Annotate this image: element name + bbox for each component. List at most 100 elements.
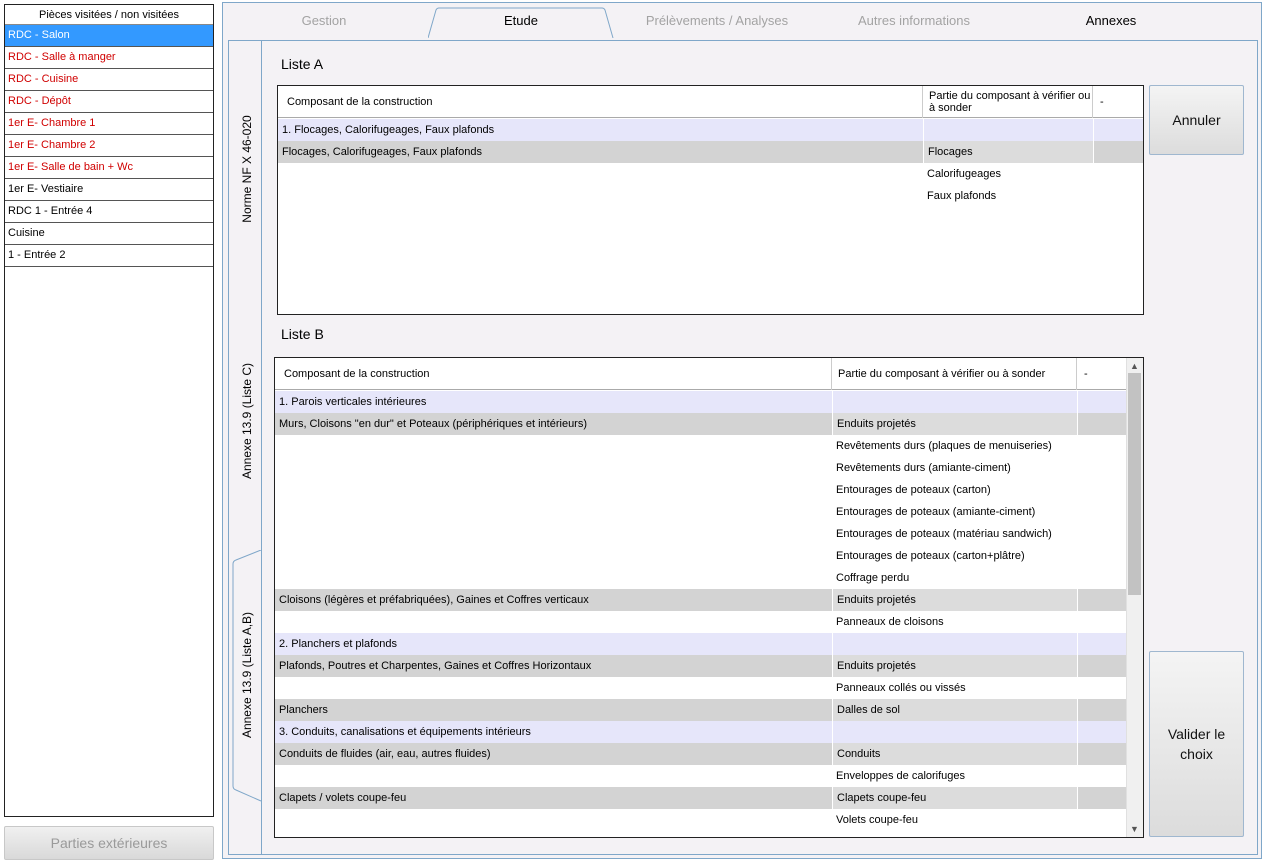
liste-b-scroll-thumb[interactable] <box>1128 373 1141 595</box>
table-row[interactable]: Revêtements durs (plaques de menuiseries… <box>275 435 1127 457</box>
tab-gestion[interactable]: Gestion <box>262 6 386 36</box>
table-row[interactable]: Coffrage perdu <box>275 567 1127 589</box>
table-row[interactable]: Murs, Cloisons "en dur" et Poteaux (péri… <box>275 413 1127 435</box>
cell-partie: Entourages de poteaux (amiante-ciment) <box>836 506 1036 518</box>
table-row[interactable]: Entourages de poteaux (amiante-ciment) <box>275 501 1127 523</box>
cell-dash[interactable] <box>1077 567 1127 589</box>
cell-dash[interactable] <box>1077 589 1127 611</box>
cell-dash[interactable] <box>1077 633 1127 655</box>
liste-b-table: Composant de la construction Partie du c… <box>274 357 1144 838</box>
cell-dash[interactable] <box>1077 545 1127 567</box>
cell-partie: Panneaux collés ou vissés <box>836 682 966 694</box>
cell-composant: Cloisons (légères et préfabriquées), Gai… <box>279 594 589 606</box>
exterior-parts-button[interactable]: Parties extérieures <box>4 826 214 860</box>
room-item[interactable]: 1 - Entrée 2 <box>5 245 213 267</box>
room-item[interactable]: RDC - Salle à manger <box>5 47 213 69</box>
scroll-down-arrow-icon[interactable]: ▼ <box>1126 822 1143 836</box>
liste-a-table: Composant de la construction Partie du c… <box>277 85 1144 315</box>
room-item[interactable]: RDC - Dépôt <box>5 91 213 113</box>
tab-autres-informations[interactable]: Autres informations <box>830 6 998 36</box>
table-row[interactable]: Entourages de poteaux (carton) <box>275 479 1127 501</box>
room-item[interactable]: 1er E- Chambre 2 <box>5 135 213 157</box>
rooms-list: Pièces visitées / non visitées RDC - Sal… <box>4 4 214 817</box>
table-row[interactable]: Revêtements durs (amiante-ciment) <box>275 457 1127 479</box>
room-item[interactable]: RDC - Salon <box>5 25 213 47</box>
cell-partie: Conduits <box>832 743 1077 765</box>
cell-partie: Enduits projetés <box>832 655 1077 677</box>
cell-composant <box>278 185 923 207</box>
cell-partie <box>832 633 1077 655</box>
cell-partie: Coffrage perdu <box>836 572 910 584</box>
table-row[interactable]: Enveloppes de calorifuges <box>275 765 1127 787</box>
cell-composant <box>275 677 832 699</box>
liste-b-header: Composant de la construction Partie du c… <box>275 358 1127 390</box>
tab-annexes[interactable]: Annexes <box>1050 6 1172 36</box>
category-row[interactable]: 1. Flocages, Calorifugeages, Faux plafon… <box>278 119 1143 141</box>
cell-dash[interactable] <box>1093 119 1143 141</box>
cell-partie: Enduits projetés <box>832 413 1077 435</box>
side-tab-annexe-c[interactable]: Annexe 13.9 (Liste C) <box>240 352 254 490</box>
cell-dash[interactable] <box>1077 611 1127 633</box>
liste-a-col-composant: Composant de la construction <box>278 86 923 118</box>
category-row[interactable]: 2. Planchers et plafonds <box>275 633 1127 655</box>
valider-button[interactable]: Valider le choix <box>1149 651 1244 837</box>
cell-dash[interactable] <box>1077 699 1127 721</box>
room-item[interactable]: RDC - Cuisine <box>5 69 213 91</box>
category-row[interactable]: 1. Parois verticales intérieures <box>275 391 1127 413</box>
rooms-header: Pièces visitées / non visitées <box>5 5 213 25</box>
table-row[interactable]: Cloisons (légères et préfabriquées), Gai… <box>275 589 1127 611</box>
liste-b-col-dash: - <box>1084 368 1088 380</box>
room-item[interactable]: RDC 1 - Entrée 4 <box>5 201 213 223</box>
side-tab-norme[interactable]: Norme NF X 46-020 <box>240 102 254 236</box>
room-item[interactable]: 1er E- Vestiaire <box>5 179 213 201</box>
cell-dash[interactable] <box>1077 501 1127 523</box>
table-row[interactable]: Plafonds, Poutres et Charpentes, Gaines … <box>275 655 1127 677</box>
cell-composant: Flocages, Calorifugeages, Faux plafonds <box>282 146 482 158</box>
table-row[interactable]: Conduits de fluides (air, eau, autres fl… <box>275 743 1127 765</box>
cell-dash[interactable] <box>1093 185 1143 207</box>
cell-dash[interactable] <box>1093 163 1143 185</box>
table-row[interactable]: Entourages de poteaux (carton+plâtre) <box>275 545 1127 567</box>
cell-composant <box>275 479 832 501</box>
tab-prelevements[interactable]: Prélèvements / Analyses <box>626 6 808 36</box>
category-row[interactable]: 3. Conduits, canalisations et équipement… <box>275 721 1127 743</box>
tab-etude[interactable]: Etude <box>440 6 602 36</box>
table-row[interactable]: Planchers Dalles de sol <box>275 699 1127 721</box>
cell-dash[interactable] <box>1077 457 1127 479</box>
room-item[interactable]: 1er E- Chambre 1 <box>5 113 213 135</box>
cell-dash[interactable] <box>1077 721 1127 743</box>
cell-dash[interactable] <box>1077 787 1127 809</box>
table-row[interactable]: Faux plafonds <box>278 185 1143 207</box>
room-item[interactable]: Cuisine <box>5 223 213 245</box>
cell-dash[interactable] <box>1077 743 1127 765</box>
table-row[interactable]: Panneaux collés ou vissés <box>275 677 1127 699</box>
scroll-up-arrow-icon[interactable]: ▲ <box>1126 359 1143 373</box>
table-row[interactable]: Calorifugeages <box>278 163 1143 185</box>
annuler-button[interactable]: Annuler <box>1149 85 1244 155</box>
cell-dash[interactable] <box>1077 809 1127 831</box>
cell-composant: 2. Planchers et plafonds <box>279 638 398 650</box>
cell-dash[interactable] <box>1077 677 1127 699</box>
side-tab-annexe-ab[interactable]: Annexe 13.9 (Liste A,B) <box>240 600 254 750</box>
liste-a-title: Liste A <box>281 56 324 72</box>
cell-dash[interactable] <box>1077 413 1127 435</box>
cell-partie <box>832 721 1077 743</box>
table-row[interactable]: Volets coupe-feu <box>275 809 1127 831</box>
cell-partie: Volets coupe-feu <box>836 814 918 826</box>
cell-dash[interactable] <box>1077 523 1127 545</box>
table-row[interactable]: Clapets / volets coupe-feu Clapets coupe-… <box>275 787 1127 809</box>
cell-dash[interactable] <box>1077 391 1127 413</box>
cell-dash[interactable] <box>1077 435 1127 457</box>
table-row[interactable]: Panneaux de cloisons <box>275 611 1127 633</box>
cell-dash[interactable] <box>1077 765 1127 787</box>
table-row[interactable]: Flocages, Calorifugeages, Faux plafonds F… <box>278 141 1143 163</box>
table-row[interactable]: Entourages de poteaux (matériau sandwich… <box>275 523 1127 545</box>
cell-dash[interactable] <box>1077 655 1127 677</box>
cell-partie: Entourages de poteaux (carton) <box>836 484 991 496</box>
cell-dash[interactable] <box>1077 479 1127 501</box>
cell-partie: Revêtements durs (plaques de menuiseries… <box>836 440 1052 452</box>
cell-partie: Entourages de poteaux (carton+plâtre) <box>836 550 1025 562</box>
cell-dash[interactable] <box>1093 141 1143 163</box>
cell-composant <box>275 765 832 787</box>
cell-composant: 3. Conduits, canalisations et équipement… <box>279 726 531 738</box>
